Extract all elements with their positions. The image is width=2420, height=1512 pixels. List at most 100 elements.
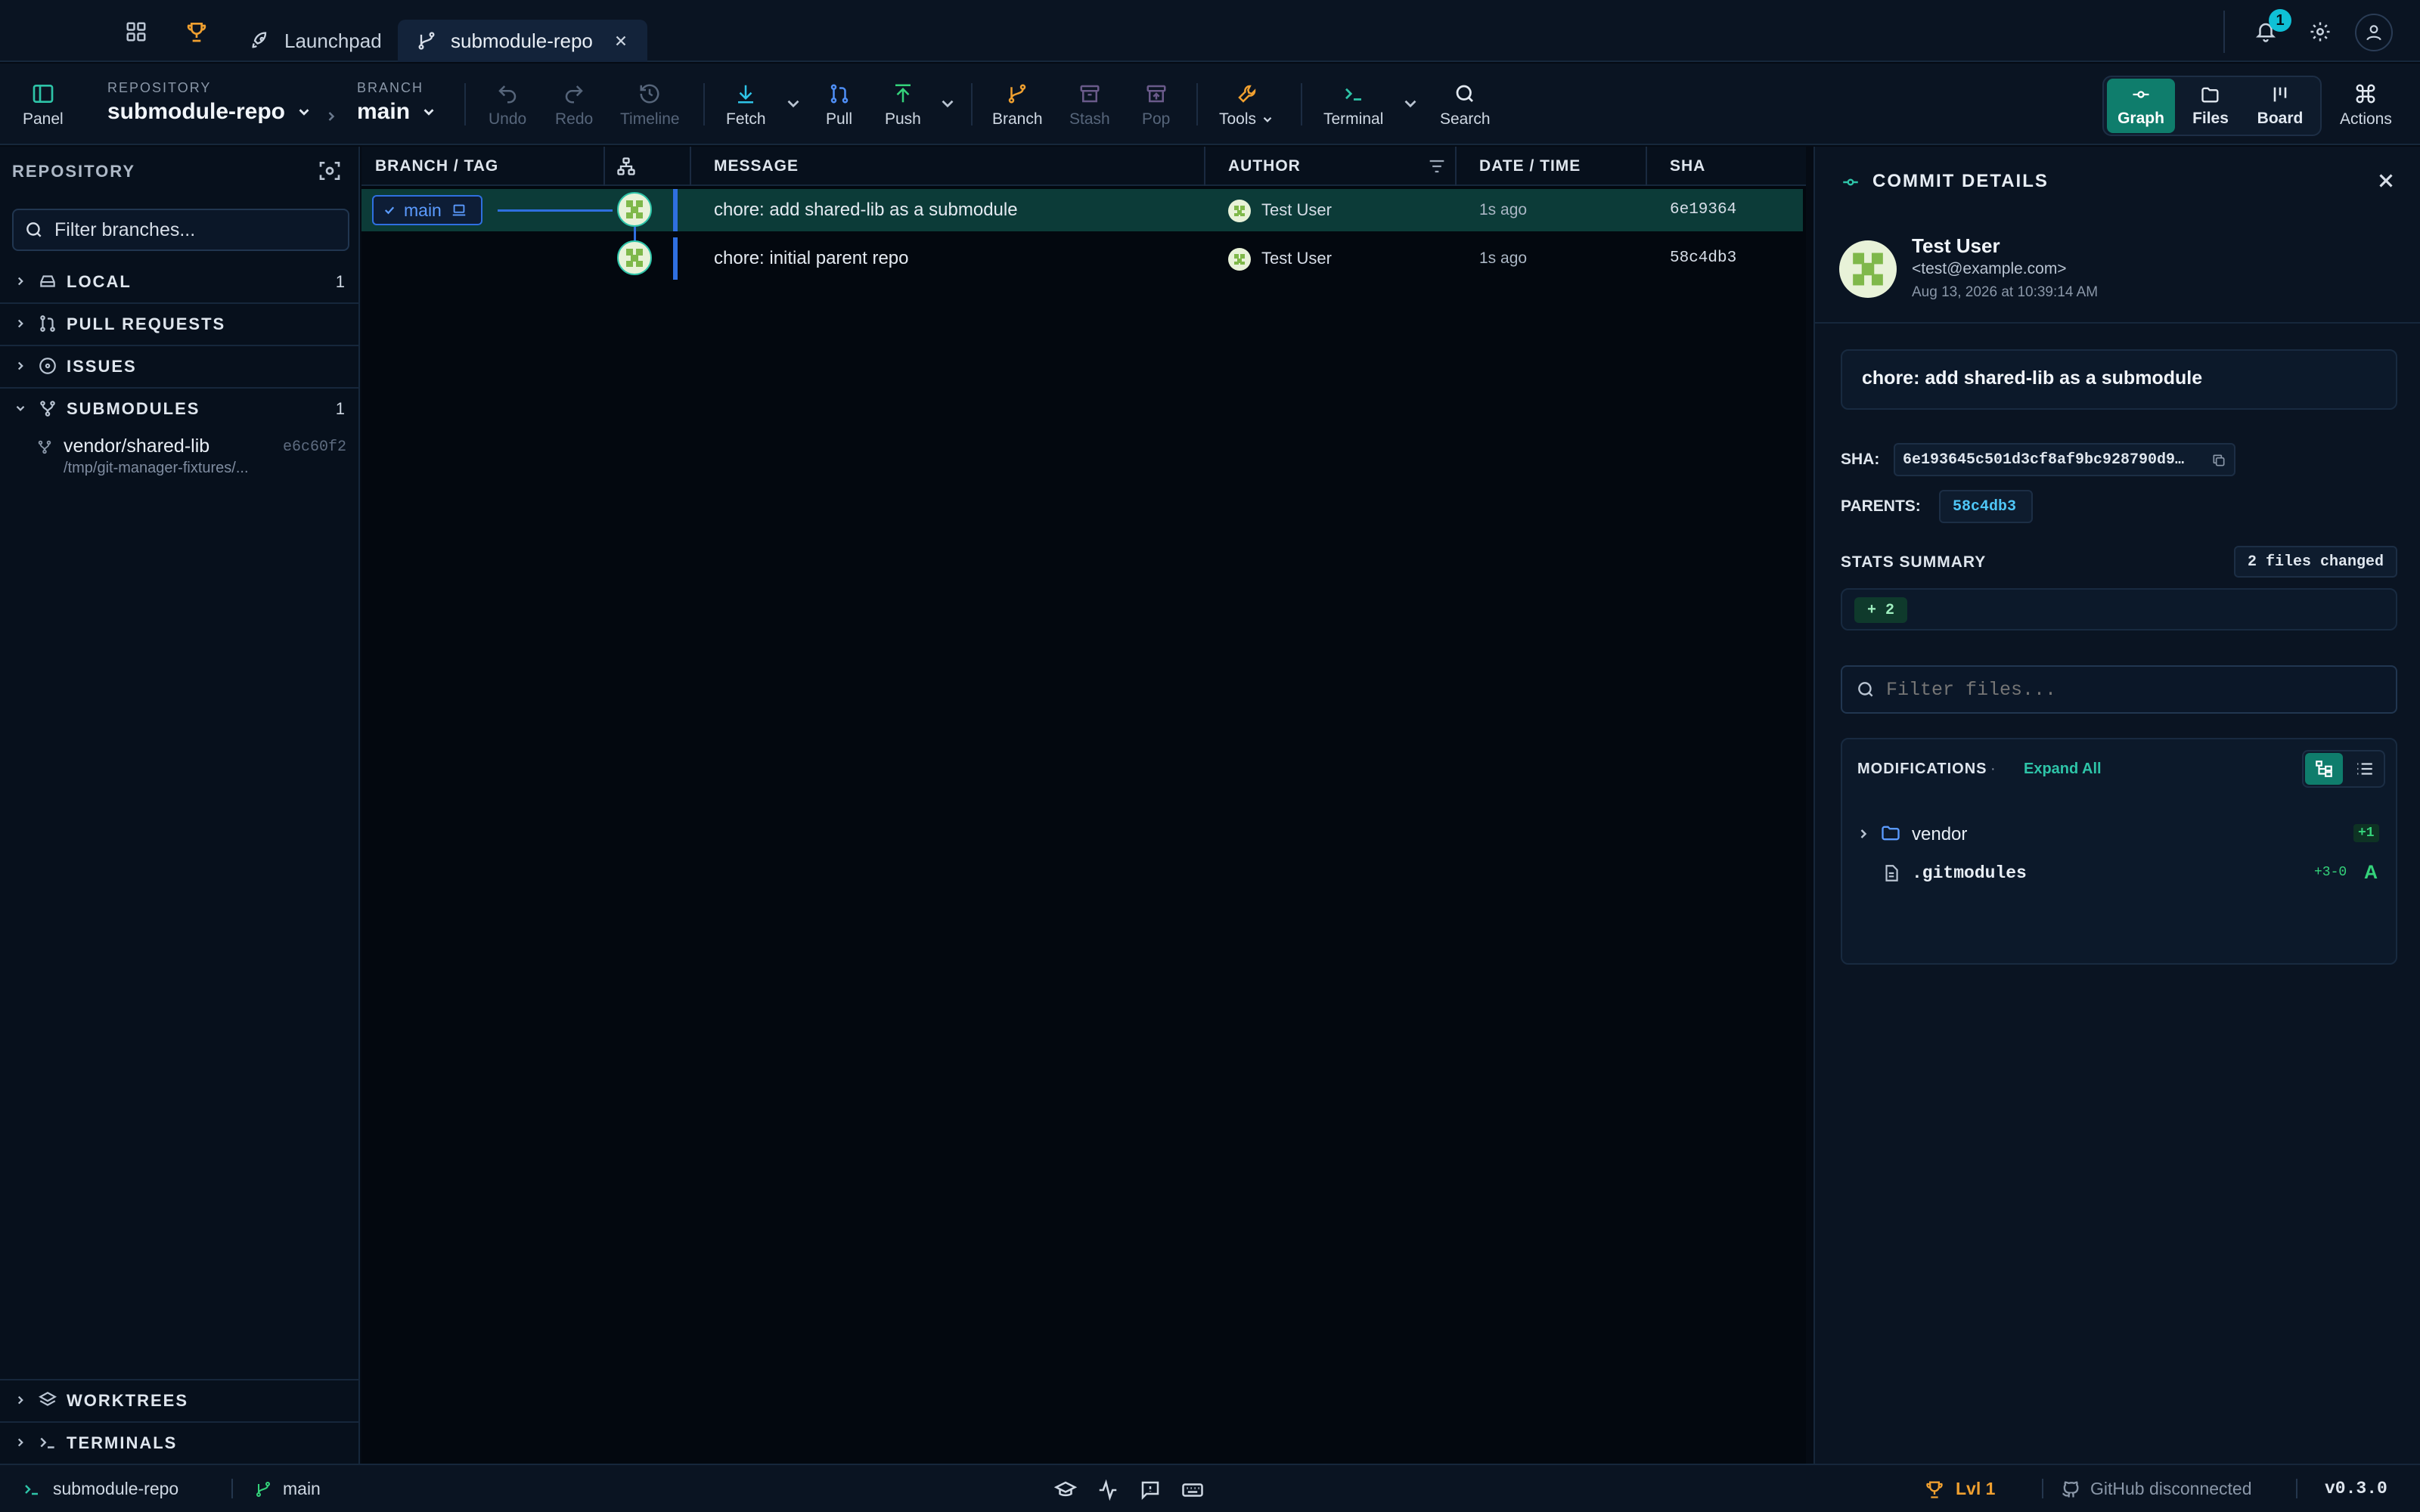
file-tree-row[interactable]: .gitmodules +3-0 A [1842, 854, 2396, 892]
section-local[interactable]: LOCAL 1 [0, 260, 358, 302]
panel-label: Panel [23, 110, 64, 128]
status-level[interactable]: Lvl 1 [1956, 1479, 1995, 1499]
submodule-item[interactable]: vendor/shared-lib /tmp/git-manager-fixtu… [0, 429, 358, 478]
activity-icon[interactable] [1097, 1479, 1119, 1501]
status-branch[interactable]: main [283, 1479, 321, 1499]
modifications-card: MODIFICATIONS · Expand All vendor +1 .gi… [1841, 738, 2397, 965]
parent-chip[interactable]: 58c4db3 [1939, 490, 2033, 523]
download-icon [734, 80, 757, 107]
header-sha[interactable]: SHA [1670, 157, 1705, 175]
close-tab-icon[interactable] [613, 33, 629, 49]
feedback-icon[interactable] [1139, 1479, 1162, 1501]
search-button[interactable]: Search [1440, 80, 1491, 135]
graph-column-icon[interactable] [616, 156, 637, 177]
author-email[interactable]: <test@example.com> [1912, 260, 2067, 278]
expand-all-link[interactable]: Expand All [2024, 761, 2102, 778]
chevron-right-icon [14, 359, 27, 373]
terminal-button[interactable]: Terminal [1323, 80, 1383, 135]
fetch-button[interactable]: Fetch [726, 80, 766, 135]
filter-branches-input[interactable] [54, 218, 342, 241]
commit-message: chore: add shared-lib as a submodule [1862, 367, 2203, 389]
chevron-down-icon [14, 401, 27, 415]
branch-selector[interactable]: BRANCH main [357, 80, 437, 125]
view-files-button[interactable]: Files [2176, 79, 2245, 133]
commit-node-avatar[interactable] [617, 192, 652, 227]
terminal-options-chevron-icon[interactable] [1401, 94, 1420, 113]
filter-icon[interactable] [1426, 156, 1447, 177]
sha-chip[interactable]: 6e193645c501d3cf8af9bc928790d9… [1894, 443, 2235, 476]
branch-caption: BRANCH [357, 80, 424, 95]
commit-node-avatar[interactable] [617, 240, 652, 275]
branch-tag-main[interactable]: main [372, 195, 482, 225]
header-date-time[interactable]: DATE / TIME [1479, 157, 1581, 175]
view-board-button[interactable]: Board [2246, 79, 2314, 133]
status-github[interactable]: GitHub disconnected [2090, 1479, 2252, 1499]
section-terminals[interactable]: TERMINALS [0, 1421, 358, 1464]
hard-drive-icon [38, 271, 57, 291]
close-icon[interactable] [2375, 169, 2397, 192]
actions-button[interactable]: Actions [2340, 80, 2392, 135]
header-message[interactable]: MESSAGE [714, 157, 799, 175]
chevron-right-icon [14, 1393, 27, 1407]
panel-button[interactable]: Panel [23, 80, 64, 135]
pop-label: Pop [1142, 110, 1171, 128]
header-branch-tag[interactable]: BRANCH / TAG [375, 157, 498, 175]
pull-request-icon [38, 314, 57, 333]
status-repo[interactable]: submodule-repo [53, 1479, 178, 1499]
list-icon [2357, 763, 2372, 775]
user-avatar-icon[interactable] [2355, 14, 2393, 51]
file-tree-row[interactable]: vendor +1 [1842, 815, 2396, 853]
branch-label: Branch [992, 110, 1043, 128]
fetch-options-chevron-icon[interactable] [783, 94, 803, 113]
filter-files-input[interactable] [1886, 678, 2355, 701]
focus-icon[interactable] [318, 159, 342, 183]
section-issues[interactable]: ISSUES [0, 345, 358, 387]
layers-icon [38, 1390, 57, 1410]
toolbar: Panel REPOSITORY submodule-repo BRANCH m… [0, 64, 2420, 145]
filter-branches-field[interactable] [12, 209, 349, 251]
keyboard-icon[interactable] [1181, 1479, 1204, 1501]
repository-selector[interactable]: REPOSITORY submodule-repo [107, 80, 312, 125]
graduation-cap-icon[interactable] [1054, 1479, 1077, 1501]
redo-button[interactable]: Redo [555, 80, 593, 135]
view-graph-button[interactable]: Graph [2107, 79, 2175, 133]
pop-button[interactable]: Pop [1142, 80, 1170, 135]
tools-button[interactable]: Tools [1219, 80, 1274, 135]
filter-files-field[interactable] [1841, 665, 2397, 714]
submodule-icon [36, 438, 53, 455]
file-name: .gitmodules [1912, 863, 2027, 883]
branch-name: main [357, 99, 411, 124]
copy-icon[interactable] [2211, 453, 2226, 468]
column-divider [1204, 147, 1205, 186]
pull-button[interactable]: Pull [826, 80, 852, 135]
branch-button[interactable]: Branch [992, 80, 1043, 135]
commit-sha: 58c4db3 [1670, 249, 1737, 267]
section-pull-requests[interactable]: PULL REQUESTS [0, 302, 358, 345]
push-options-chevron-icon[interactable] [938, 94, 957, 113]
command-icon [2354, 80, 2377, 107]
commit-message: chore: initial parent repo [714, 248, 909, 268]
tab-label: submodule-repo [451, 29, 593, 52]
divider [1301, 83, 1302, 125]
section-submodules[interactable]: SUBMODULES 1 [0, 387, 358, 429]
gear-icon[interactable] [2305, 17, 2335, 47]
tree-view-button[interactable] [2305, 753, 2343, 785]
repository-name: submodule-repo [107, 99, 286, 124]
commit-row[interactable]: chore: initial parent repo Test User 1s … [361, 237, 1803, 280]
grid-icon[interactable] [121, 17, 151, 47]
undo-button[interactable]: Undo [489, 80, 526, 135]
trophy-icon[interactable] [182, 17, 212, 47]
timeline-button[interactable]: Timeline [620, 80, 680, 135]
commit-graph: BRANCH / TAG MESSAGE AUTHOR DATE / TIME … [361, 147, 1806, 1464]
timeline-label: Timeline [620, 110, 680, 128]
list-view-button[interactable] [2346, 753, 2384, 785]
tab-launchpad[interactable]: Launchpad [247, 20, 385, 62]
divider [231, 1479, 233, 1498]
stash-button[interactable]: Stash [1069, 80, 1110, 135]
commit-row-selected[interactable]: main chore: add shared-lib as a submodul… [361, 189, 1803, 231]
push-button[interactable]: Push [885, 80, 921, 135]
section-worktrees[interactable]: WORKTREES [0, 1379, 358, 1421]
tab-submodule-repo[interactable]: submodule-repo [398, 20, 647, 62]
chevron-right-icon [1856, 826, 1871, 841]
header-author[interactable]: AUTHOR [1228, 157, 1301, 175]
